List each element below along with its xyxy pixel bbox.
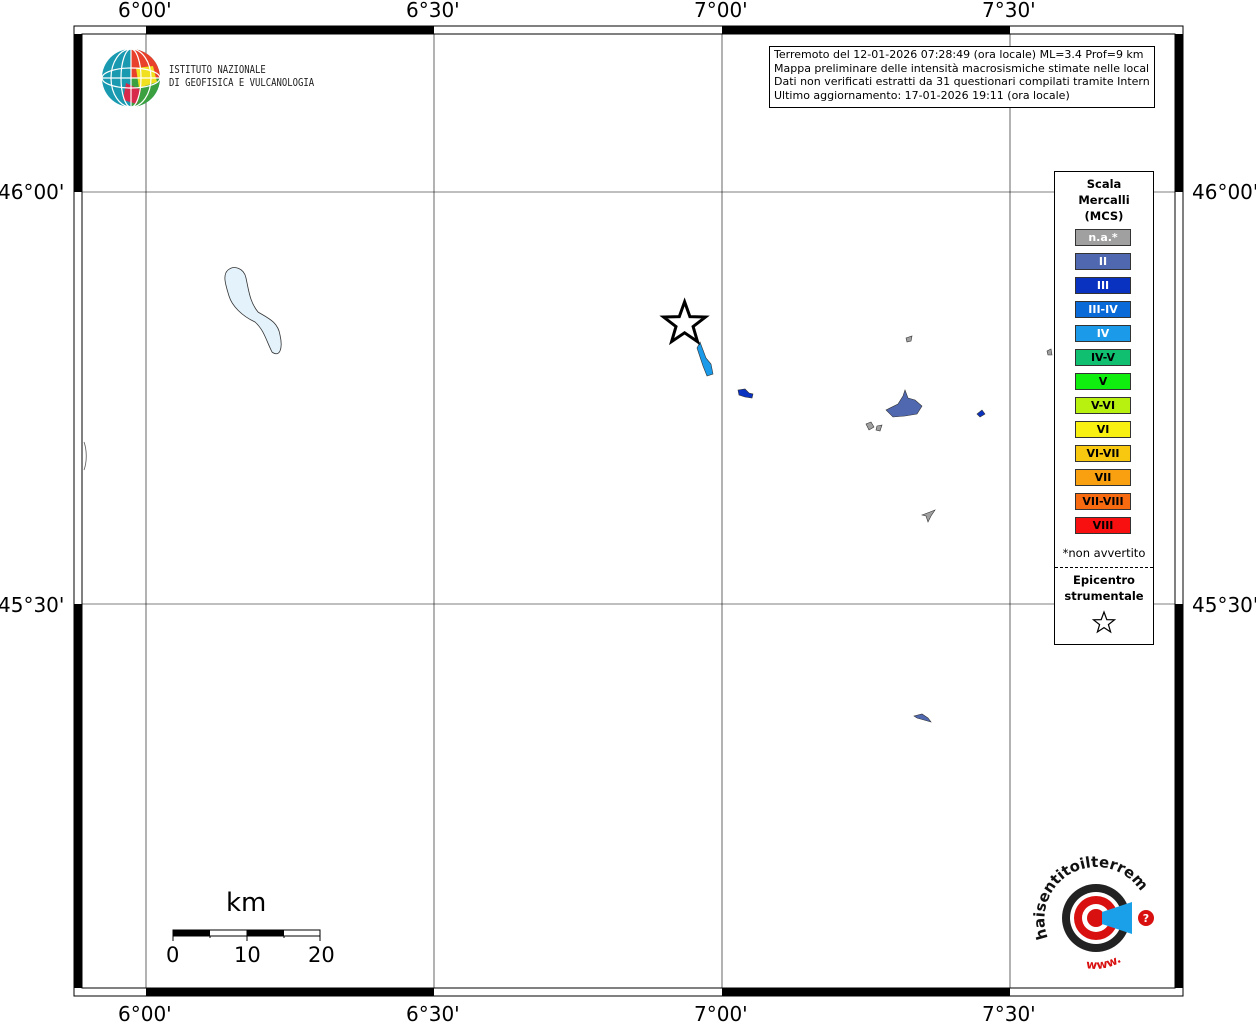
lon-label-bottom-1: 6°00' bbox=[118, 1002, 172, 1026]
legend-item: n.a.* bbox=[1075, 229, 1131, 246]
legend-item: III-IV bbox=[1075, 301, 1131, 318]
scale-unit-label: km bbox=[226, 888, 267, 918]
map-inner-frame bbox=[81, 33, 1176, 989]
ingv-line-2: DI GEOFISICA E VULCANOLOGIA bbox=[169, 77, 315, 89]
lon-label-top-3: 7°00' bbox=[694, 0, 748, 22]
legend-separator bbox=[1055, 567, 1153, 568]
legend-item: V bbox=[1075, 373, 1131, 390]
lat-label-left-2: 45°30' bbox=[0, 593, 65, 617]
info-line-4: Ultimo aggiornamento: 17-01-2026 19:11 (… bbox=[774, 88, 1070, 102]
info-line-2: Mappa preliminare delle intensità macros… bbox=[774, 61, 1150, 75]
lat-label-left-1: 46°00' bbox=[0, 180, 65, 204]
earthquake-info-box: Terremoto del 12-01-2026 07:28:49 (ora l… bbox=[769, 46, 1155, 108]
legend-item: III bbox=[1075, 277, 1131, 294]
legend-item: IV bbox=[1075, 325, 1131, 342]
info-line-1: Terremoto del 12-01-2026 07:28:49 (ora l… bbox=[774, 48, 1144, 61]
lon-label-top-4: 7°30' bbox=[982, 0, 1036, 22]
legend-title-line-2: Mercalli bbox=[1078, 193, 1130, 207]
ingv-line-1: ISTITUTO NAZIONALE bbox=[169, 64, 266, 76]
lon-label-bottom-2: 6°30' bbox=[406, 1002, 460, 1026]
scale-tick-10: 10 bbox=[234, 943, 261, 967]
legend-item: V-VI bbox=[1075, 397, 1131, 414]
ingv-logo-text: ISTITUTO NAZIONALE DI GEOFISICA E VULCAN… bbox=[169, 64, 314, 90]
legend-star-icon bbox=[1091, 610, 1117, 634]
legend-item: VIII bbox=[1075, 517, 1131, 534]
legend-title: Scala Mercalli (MCS) bbox=[1055, 176, 1153, 224]
legend-item: VII-VIII bbox=[1075, 493, 1131, 510]
info-line-3: Dati non verificati estratti da 31 quest… bbox=[774, 75, 1150, 88]
ingv-globe-icon bbox=[101, 48, 161, 108]
svg-text:?: ? bbox=[1143, 912, 1149, 925]
lon-label-top-1: 6°00' bbox=[118, 0, 172, 22]
legend-epicenter-label: Epicentro strumentale bbox=[1055, 572, 1153, 604]
intensity-legend: Scala Mercalli (MCS) n.a.* II III III-IV IV I… bbox=[1054, 171, 1154, 645]
lon-label-bottom-3: 7°00' bbox=[694, 1002, 748, 1026]
scale-tick-20: 20 bbox=[308, 943, 335, 967]
legend-title-line-3: (MCS) bbox=[1084, 209, 1124, 223]
legend-item: II bbox=[1075, 253, 1131, 270]
legend-title-line-1: Scala bbox=[1086, 177, 1122, 191]
lon-label-top-2: 6°30' bbox=[406, 0, 460, 22]
lon-label-bottom-4: 7°30' bbox=[982, 1002, 1036, 1026]
scale-tick-0: 0 bbox=[166, 943, 180, 967]
lat-label-right-2: 45°30' bbox=[1192, 593, 1256, 617]
legend-note: *non avvertito bbox=[1062, 546, 1146, 560]
legend-epicenter-line-2: strumentale bbox=[1064, 589, 1144, 603]
legend-item: IV-V bbox=[1075, 349, 1131, 366]
lat-label-right-1: 46°00' bbox=[1192, 180, 1256, 204]
legend-epicenter-line-1: Epicentro bbox=[1073, 573, 1135, 587]
legend-item: VII bbox=[1075, 469, 1131, 486]
legend-item: VI bbox=[1075, 421, 1131, 438]
legend-item: VI-VII bbox=[1075, 445, 1131, 462]
